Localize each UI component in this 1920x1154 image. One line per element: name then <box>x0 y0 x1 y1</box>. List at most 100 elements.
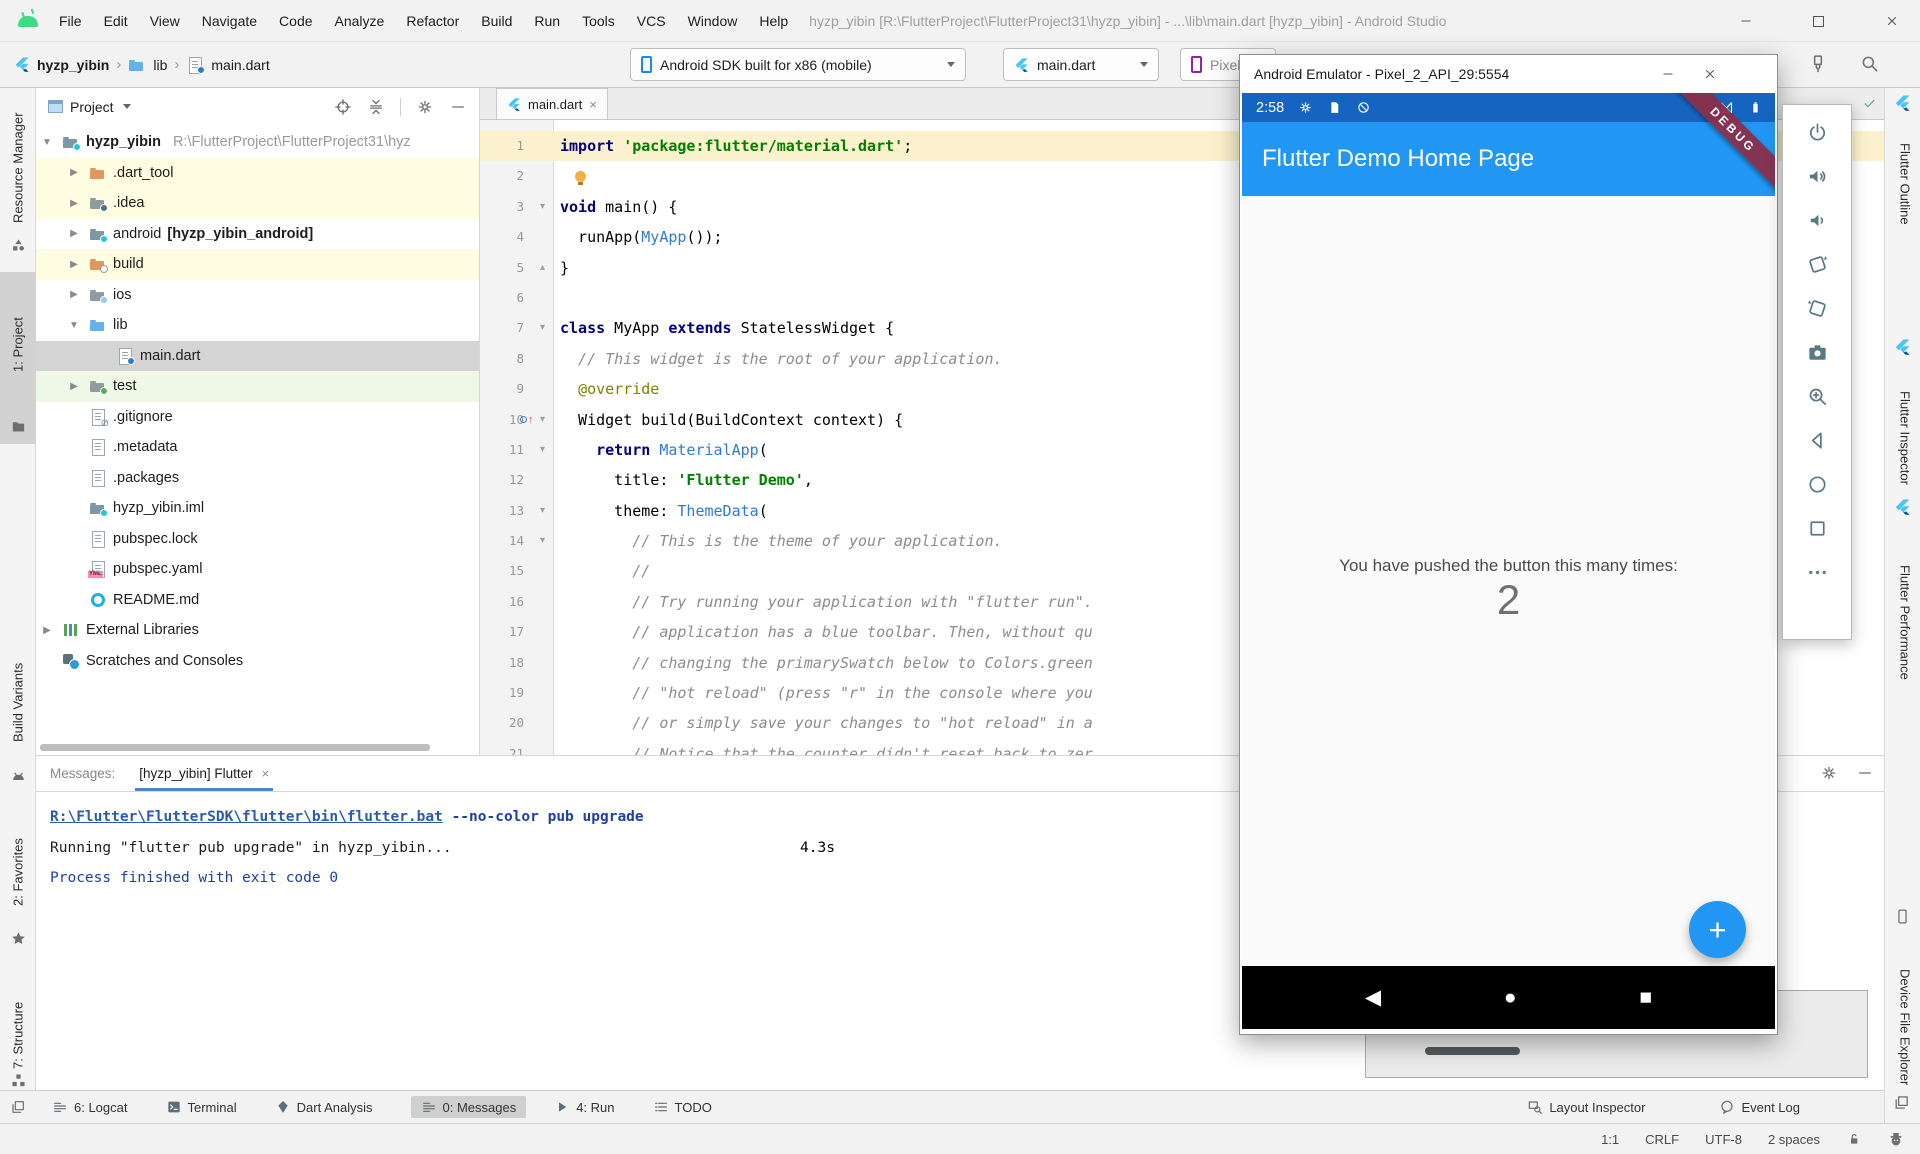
status-item-1-1[interactable]: 1:1 <box>1601 1132 1619 1147</box>
expander-icon[interactable]: ▼ <box>38 137 56 148</box>
fab-increment-button[interactable]: + <box>1689 901 1746 958</box>
fold-marker-icon[interactable]: ▾ <box>540 313 545 343</box>
nav-overview-icon[interactable]: ■ <box>1639 986 1652 1010</box>
nav-back-icon[interactable]: ◀ <box>1365 985 1381 1010</box>
intention-bulb-icon[interactable] <box>575 171 586 182</box>
menu-window[interactable]: Window <box>677 13 749 29</box>
tree-item--gitignore[interactable]: ⊘.gitignore <box>36 402 479 433</box>
expander-icon[interactable]: ▶ <box>65 381 83 392</box>
tool-window-button-4-run[interactable]: 4: Run <box>554 1096 614 1118</box>
breadcrumb-folder[interactable]: lib <box>153 57 167 73</box>
menu-code[interactable]: Code <box>268 13 323 29</box>
sidebar-item-flutter-outline[interactable]: Flutter Outline <box>1888 114 1920 254</box>
device-selector[interactable]: Android SDK built for x86 (mobile) <box>630 48 966 81</box>
project-panel-title[interactable]: Project <box>70 99 114 115</box>
window-close-button[interactable] <box>1864 0 1920 42</box>
status-item-utf-8[interactable]: UTF-8 <box>1705 1132 1742 1147</box>
expander-icon[interactable]: ▶ <box>65 228 83 239</box>
overview-icon[interactable] <box>1806 517 1829 540</box>
zoom-icon[interactable] <box>1806 385 1829 408</box>
sidebar-item-project[interactable]: 1: Project <box>0 280 36 410</box>
close-tab-icon[interactable]: × <box>262 766 270 781</box>
sidebar-item-favorites[interactable]: 2: Favorites <box>0 816 36 928</box>
rotate-left-icon[interactable] <box>1806 253 1829 276</box>
home-icon[interactable] <box>1806 473 1829 496</box>
volume-up-icon[interactable] <box>1806 165 1829 188</box>
breadcrumb-project[interactable]: hyzp_yibin <box>37 57 109 73</box>
fold-marker-icon[interactable]: ▾ <box>540 192 545 222</box>
menu-vcs[interactable]: VCS <box>626 13 677 29</box>
hide-panel-icon[interactable] <box>449 98 467 116</box>
tree-item-ios[interactable]: ▶ios <box>36 280 479 311</box>
tree-item-pubspec-lock[interactable]: pubspec.lock <box>36 524 479 555</box>
tree-item-main-dart[interactable]: main.dart <box>36 341 479 372</box>
window-maximize-button[interactable] <box>1790 0 1846 42</box>
sidebar-item-resource-manager[interactable]: Resource Manager <box>0 95 36 240</box>
minimize-icon[interactable] <box>1661 67 1675 81</box>
tree-item-hyzp-yibin-iml[interactable]: hyzp_yibin.iml <box>36 493 479 524</box>
tool-window-button-terminal[interactable]: Terminal <box>166 1096 237 1118</box>
tree-item-scratches-and-consoles[interactable]: Scratches and Consoles <box>36 646 479 677</box>
tool-window-stack-icon[interactable] <box>1893 1094 1910 1111</box>
fold-marker-icon[interactable]: ▾ <box>540 405 545 435</box>
tree-item--dart-tool[interactable]: ▶.dart_tool <box>36 158 479 189</box>
tool-window-stack-icon[interactable] <box>10 1099 26 1115</box>
tree-item-hyzp-yibin[interactable]: ▼hyzp_yibinR:\FlutterProject\FlutterProj… <box>36 127 479 158</box>
tab-flutter-messages[interactable]: [hyzp_yibin] Flutter × <box>135 756 273 791</box>
menu-analyze[interactable]: Analyze <box>324 13 396 29</box>
search-everywhere-icon[interactable] <box>1860 54 1880 74</box>
menu-file[interactable]: File <box>48 13 93 29</box>
menu-edit[interactable]: Edit <box>93 13 139 29</box>
back-icon[interactable] <box>1806 429 1829 452</box>
expander-icon[interactable]: ▼ <box>65 320 83 331</box>
override-marker-icon[interactable]: ↑ <box>520 405 534 435</box>
status-item-2-spaces[interactable]: 2 spaces <box>1768 1132 1820 1147</box>
menu-view[interactable]: View <box>139 13 191 29</box>
gradle-elf-icon[interactable] <box>1888 1131 1904 1147</box>
expander-icon[interactable]: ▶ <box>38 625 56 636</box>
expander-icon[interactable]: ▶ <box>65 289 83 300</box>
scrollbar-thumb[interactable] <box>1425 1047 1520 1055</box>
flutter-bat-link[interactable]: R:\Flutter\FlutterSDK\flutter\bin\flutte… <box>50 809 443 825</box>
tool-window-button-0-messages[interactable]: 0: Messages <box>411 1096 527 1118</box>
close-tab-icon[interactable]: × <box>589 97 597 112</box>
menu-refactor[interactable]: Refactor <box>395 13 470 29</box>
chevron-down-icon[interactable] <box>123 104 131 109</box>
tree-item-test[interactable]: ▶test <box>36 371 479 402</box>
breadcrumb-file[interactable]: main.dart <box>211 57 269 73</box>
tab-main-dart[interactable]: main.dart × <box>496 88 608 119</box>
tool-window-button-6-logcat[interactable]: 6: Logcat <box>52 1096 128 1118</box>
fold-marker-icon[interactable]: ▴ <box>540 253 545 283</box>
menu-run[interactable]: Run <box>523 13 571 29</box>
sidebar-item-flutter-inspector[interactable]: Flutter Inspector <box>1888 360 1920 515</box>
tool-window-button-event-log[interactable]: Event Log <box>1719 1099 1800 1115</box>
run-config-selector[interactable]: main.dart <box>1003 48 1159 81</box>
tree-item-build[interactable]: ▶build <box>36 249 479 280</box>
tool-window-button-dart-analysis[interactable]: Dart Analysis <box>275 1096 373 1118</box>
sidebar-item-flutter-performance[interactable]: Flutter Performance <box>1888 520 1920 725</box>
fold-marker-icon[interactable]: ▾ <box>540 496 545 526</box>
gear-icon[interactable] <box>416 98 434 116</box>
menu-tools[interactable]: Tools <box>571 13 626 29</box>
locate-file-icon[interactable] <box>334 98 352 116</box>
window-minimize-button[interactable] <box>1718 0 1774 42</box>
tree-item-external-libraries[interactable]: ▶External Libraries <box>36 615 479 646</box>
tree-item-pubspec-yaml[interactable]: YMLpubspec.yaml <box>36 554 479 585</box>
volume-down-icon[interactable] <box>1806 209 1829 232</box>
tree-item--metadata[interactable]: .metadata <box>36 432 479 463</box>
menu-navigate[interactable]: Navigate <box>191 13 268 29</box>
tool-window-button-todo[interactable]: TODO <box>653 1096 712 1118</box>
fold-marker-icon[interactable]: ▾ <box>540 435 545 465</box>
tree-item-lib[interactable]: ▼lib <box>36 310 479 341</box>
status-item-crlf[interactable]: CRLF <box>1645 1132 1679 1147</box>
tree-item--packages[interactable]: .packages <box>36 463 479 494</box>
nav-home-icon[interactable]: ● <box>1504 986 1517 1010</box>
emulator-screen[interactable]: 2:58 Flutter Demo Home Page You have pus… <box>1242 93 1775 1029</box>
tree-item-readme-md[interactable]: README.md <box>36 585 479 616</box>
hide-panel-icon[interactable] <box>1856 764 1874 782</box>
fold-marker-icon[interactable]: ▾ <box>540 526 545 556</box>
power-icon[interactable] <box>1806 121 1829 144</box>
screenshot-icon[interactable] <box>1806 341 1829 364</box>
sidebar-item-build-variants[interactable]: Build Variants <box>0 638 36 766</box>
menu-build[interactable]: Build <box>470 13 523 29</box>
